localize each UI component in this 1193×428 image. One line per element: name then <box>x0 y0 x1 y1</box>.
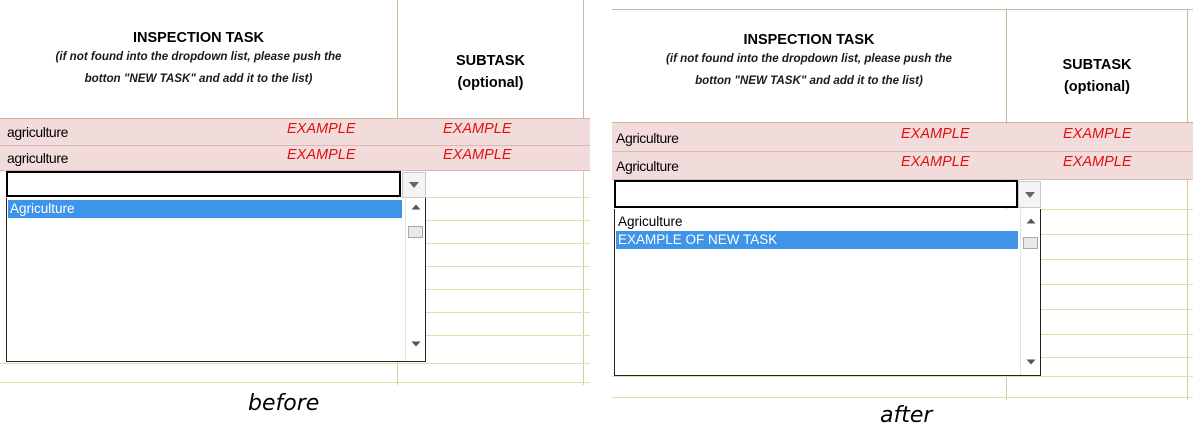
example-task-cell: EXAMPLE <box>287 121 356 137</box>
example-subtask-cell[interactable]: EXAMPLE <box>1063 126 1132 142</box>
scroll-thumb[interactable] <box>1023 237 1038 249</box>
scroll-down-arrow[interactable] <box>1021 355 1041 369</box>
subtask-header: SUBTASK (optional) <box>1007 54 1187 98</box>
example-task-cell: EXAMPLE <box>901 126 970 142</box>
task-dropdown-input[interactable] <box>614 180 1018 208</box>
example-task-cell: EXAMPLE <box>287 147 356 163</box>
inspection-task-note-line1: (if not found into the dropdown list, pl… <box>666 52 952 65</box>
column-header: INSPECTION TASK (if not found into the d… <box>0 0 590 118</box>
table-row: agriculture EXAMPLE EXAMPLE <box>0 119 590 146</box>
inspection-task-title: INSPECTION TASK <box>132 30 265 46</box>
chevron-down-icon <box>409 182 419 188</box>
task-cell[interactable]: Agriculture <box>616 158 679 174</box>
dropdown-option-example-of-new-task[interactable]: EXAMPLE OF NEW TASK <box>616 231 1018 249</box>
inspection-task-title: INSPECTION TASK <box>743 32 875 48</box>
inspection-task-header: INSPECTION TASK (if not found into the d… <box>0 30 397 90</box>
example-subtask-cell[interactable]: EXAMPLE <box>443 147 512 163</box>
scroll-up-arrow[interactable] <box>1021 214 1041 228</box>
dropdown-option-agriculture[interactable]: Agriculture <box>8 200 402 218</box>
listbox-scrollbar[interactable] <box>1020 209 1040 375</box>
dropdown-arrow-button[interactable] <box>402 172 426 198</box>
example-subtask-cell[interactable]: EXAMPLE <box>443 121 512 137</box>
table-row: Agriculture EXAMPLE EXAMPLE <box>612 152 1193 180</box>
example-task-cell: EXAMPLE <box>901 154 970 170</box>
task-cell[interactable]: agriculture <box>7 150 68 166</box>
scroll-up-arrow[interactable] <box>406 200 426 214</box>
task-dropdown-input[interactable] <box>6 171 401 197</box>
inspection-task-note-line2: botton "NEW TASK" and add it to the list… <box>84 72 313 85</box>
chevron-down-icon <box>1024 191 1035 198</box>
dropdown-listbox: Agriculture EXAMPLE OF NEW TASK <box>614 209 1041 376</box>
subtask-title: SUBTASK <box>455 53 525 69</box>
inspection-task-note-line2: botton "NEW TASK" and add it to the list… <box>695 74 923 87</box>
subtask-title: SUBTASK <box>1062 57 1132 73</box>
after-caption: after <box>880 403 933 428</box>
dropdown-listbox: Agriculture <box>6 198 426 362</box>
scroll-up-icon <box>411 204 421 210</box>
scroll-down-arrow[interactable] <box>406 337 426 351</box>
subtask-optional-label: (optional) <box>1063 79 1131 95</box>
scroll-down-icon <box>411 341 421 347</box>
table-row: Agriculture EXAMPLE EXAMPLE <box>612 123 1193 152</box>
column-header: INSPECTION TASK (if not found into the d… <box>612 10 1193 122</box>
dropdown-option-agriculture[interactable]: Agriculture <box>616 213 1018 231</box>
before-spreadsheet-panel: INSPECTION TASK (if not found into the d… <box>0 0 590 385</box>
inspection-task-note-line1: (if not found into the dropdown list, pl… <box>55 50 342 63</box>
dropdown-arrow-button[interactable] <box>1018 181 1041 208</box>
scroll-down-icon <box>1026 359 1036 365</box>
example-subtask-cell[interactable]: EXAMPLE <box>1063 154 1132 170</box>
after-spreadsheet-panel: INSPECTION TASK (if not found into the d… <box>612 0 1193 400</box>
listbox-scrollbar[interactable] <box>405 198 425 361</box>
inspection-task-header: INSPECTION TASK (if not found into the d… <box>612 32 1006 92</box>
before-caption: before <box>248 391 320 416</box>
task-cell[interactable]: Agriculture <box>616 130 679 146</box>
task-cell[interactable]: agriculture <box>7 124 68 140</box>
subtask-optional-label: (optional) <box>457 75 524 91</box>
table-row: agriculture EXAMPLE EXAMPLE <box>0 146 590 171</box>
subtask-header: SUBTASK (optional) <box>398 50 583 94</box>
scroll-up-icon <box>1026 218 1036 224</box>
scroll-thumb[interactable] <box>408 226 423 238</box>
